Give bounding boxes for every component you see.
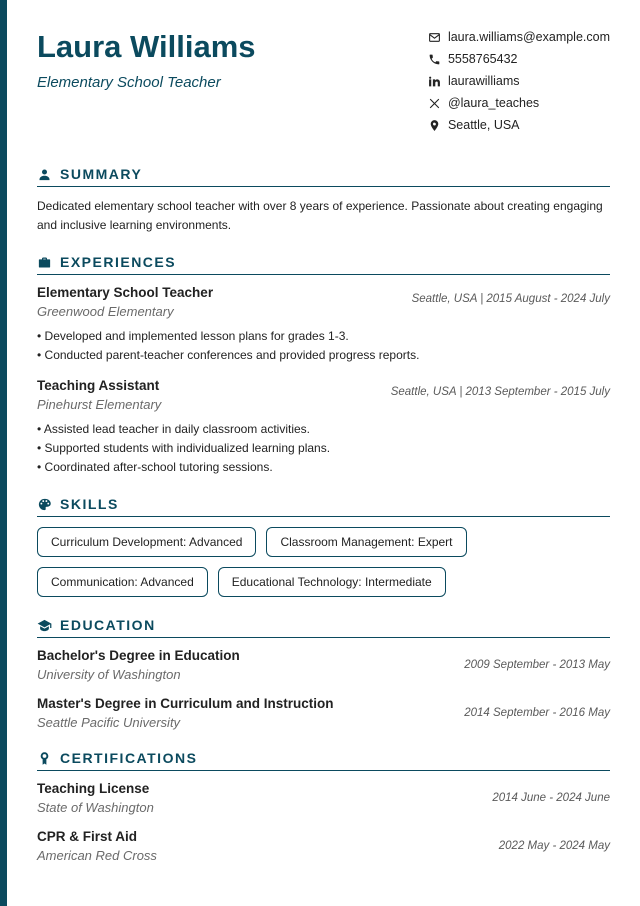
experience-title: Elementary School Teacher: [37, 285, 213, 300]
certifications-section: CERTIFICATIONS Teaching License State of…: [37, 750, 610, 863]
phone-text: 5558765432: [448, 52, 518, 66]
bullet: • Conducted parent-teacher conferences a…: [37, 346, 610, 365]
skill-pill: Classroom Management: Expert: [266, 527, 466, 557]
skill-pill: Curriculum Development: Advanced: [37, 527, 256, 557]
experience-org: Pinehurst Elementary: [37, 397, 161, 412]
x-icon: [428, 97, 441, 110]
certification-name: CPR & First Aid: [37, 829, 157, 844]
palette-icon: [37, 497, 52, 512]
location-icon: [428, 119, 441, 132]
experience-bullets: • Assisted lead teacher in daily classro…: [37, 420, 610, 476]
skills-label: SKILLS: [60, 496, 119, 512]
education-degree: Bachelor's Degree in Education: [37, 648, 240, 663]
briefcase-icon: [37, 255, 52, 270]
contact-location: Seattle, USA: [428, 118, 610, 132]
skill-pill: Educational Technology: Intermediate: [218, 567, 446, 597]
experience-meta: Seattle, USA | 2013 September - 2015 Jul…: [391, 386, 610, 398]
certification-item: CPR & First Aid American Red Cross 2022 …: [37, 829, 610, 863]
certification-name: Teaching License: [37, 781, 154, 796]
education-item: Bachelor's Degree in Education Universit…: [37, 648, 610, 682]
education-section: EDUCATION Bachelor's Degree in Education…: [37, 617, 610, 730]
email-icon: [428, 31, 441, 44]
education-heading: EDUCATION: [37, 617, 610, 638]
contacts: laura.williams@example.com 5558765432 la…: [428, 30, 610, 140]
education-item: Master's Degree in Curriculum and Instru…: [37, 696, 610, 730]
linkedin-text: laurawilliams: [448, 74, 520, 88]
twitter-text: @laura_teaches: [448, 96, 539, 110]
certification-item: Teaching License State of Washington 201…: [37, 781, 610, 815]
education-school: Seattle Pacific University: [37, 715, 334, 730]
experiences-label: EXPERIENCES: [60, 254, 176, 270]
education-meta: 2009 September - 2013 May: [464, 659, 610, 671]
summary-text: Dedicated elementary school teacher with…: [37, 197, 610, 234]
certification-issuer: State of Washington: [37, 800, 154, 815]
experiences-heading: EXPERIENCES: [37, 254, 610, 275]
summary-section: SUMMARY Dedicated elementary school teac…: [37, 166, 610, 234]
experience-item: Elementary School Teacher Greenwood Elem…: [37, 285, 610, 364]
certification-issuer: American Red Cross: [37, 848, 157, 863]
bullet: • Developed and implemented lesson plans…: [37, 327, 610, 346]
experiences-section: EXPERIENCES Elementary School Teacher Gr…: [37, 254, 610, 476]
experience-item: Teaching Assistant Pinehurst Elementary …: [37, 378, 610, 476]
linkedin-icon: [428, 75, 441, 88]
experience-meta: Seattle, USA | 2015 August - 2024 July: [412, 293, 610, 305]
certification-meta: 2022 May - 2024 May: [499, 840, 610, 852]
certifications-heading: CERTIFICATIONS: [37, 750, 610, 771]
education-degree: Master's Degree in Curriculum and Instru…: [37, 696, 334, 711]
certifications-label: CERTIFICATIONS: [60, 750, 197, 766]
contact-phone: 5558765432: [428, 52, 610, 66]
bullet: • Coordinated after-school tutoring sess…: [37, 458, 610, 477]
bullet: • Supported students with individualized…: [37, 439, 610, 458]
person-title: Elementary School Teacher: [37, 74, 256, 91]
person-icon: [37, 167, 52, 182]
phone-icon: [428, 53, 441, 66]
experience-bullets: • Developed and implemented lesson plans…: [37, 327, 610, 364]
contact-email: laura.williams@example.com: [428, 30, 610, 44]
summary-heading: SUMMARY: [37, 166, 610, 187]
education-label: EDUCATION: [60, 617, 156, 633]
experience-org: Greenwood Elementary: [37, 304, 213, 319]
person-name: Laura Williams: [37, 30, 256, 64]
bullet: • Assisted lead teacher in daily classro…: [37, 420, 610, 439]
location-text: Seattle, USA: [448, 118, 520, 132]
certification-meta: 2014 June - 2024 June: [492, 792, 610, 804]
experience-title: Teaching Assistant: [37, 378, 161, 393]
skill-pill: Communication: Advanced: [37, 567, 208, 597]
skills-heading: SKILLS: [37, 496, 610, 517]
skills-list: Curriculum Development: Advanced Classro…: [37, 527, 610, 597]
graduation-icon: [37, 618, 52, 633]
summary-label: SUMMARY: [60, 166, 142, 182]
contact-linkedin: laurawilliams: [428, 74, 610, 88]
contact-twitter: @laura_teaches: [428, 96, 610, 110]
header-left: Laura Williams Elementary School Teacher: [37, 30, 256, 91]
email-text: laura.williams@example.com: [448, 30, 610, 44]
education-school: University of Washington: [37, 667, 240, 682]
badge-icon: [37, 751, 52, 766]
skills-section: SKILLS Curriculum Development: Advanced …: [37, 496, 610, 597]
header: Laura Williams Elementary School Teacher…: [37, 30, 610, 140]
education-meta: 2014 September - 2016 May: [464, 707, 610, 719]
